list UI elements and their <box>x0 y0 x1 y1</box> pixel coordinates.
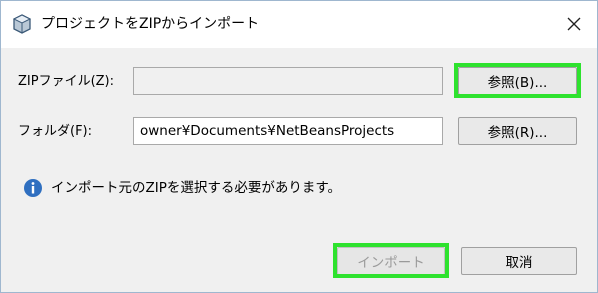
close-icon <box>567 17 581 31</box>
browse-zip-button[interactable]: 参照(B)... <box>458 67 577 95</box>
zip-file-field[interactable] <box>133 67 443 95</box>
cancel-button[interactable]: 取消 <box>461 247 577 275</box>
folder-field[interactable]: owner¥Documents¥NetBeansProjects <box>133 117 443 145</box>
import-zip-dialog: プロジェクトをZIPからインポート ZIPファイル(Z): 参照(B)... フ… <box>0 0 598 293</box>
info-icon <box>24 179 42 197</box>
zip-file-label: ZIPファイル(Z): <box>18 74 115 89</box>
cube-icon <box>12 14 32 34</box>
folder-label: フォルダ(F): <box>18 124 93 139</box>
import-button[interactable]: インポート <box>337 247 445 275</box>
dialog-title: プロジェクトをZIPからインポート <box>41 16 260 32</box>
validation-message: インポート元のZIPを選択する必要があります。 <box>51 180 342 196</box>
close-button[interactable] <box>551 1 597 47</box>
title-bar: プロジェクトをZIPからインポート <box>1 1 597 48</box>
browse-folder-button[interactable]: 参照(R)... <box>458 117 577 145</box>
